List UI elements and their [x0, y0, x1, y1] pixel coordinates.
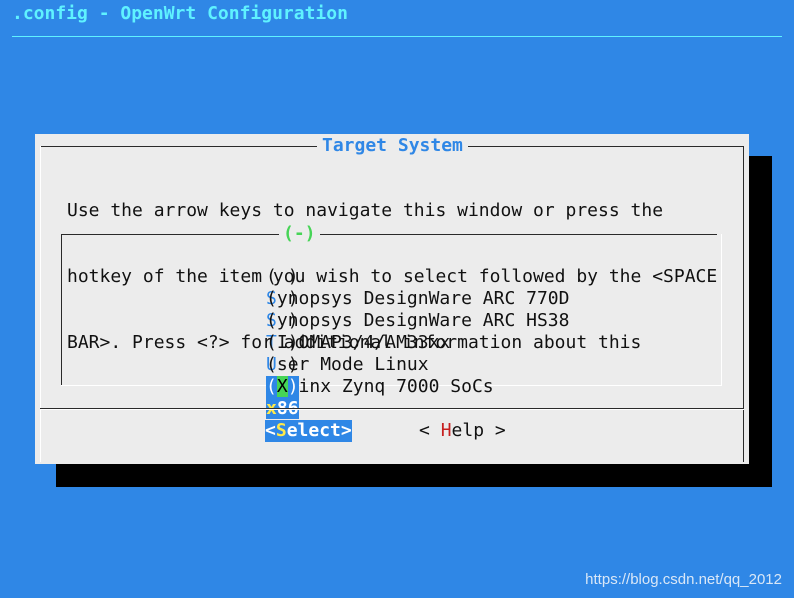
radio-indicator-checked: (X): [266, 376, 300, 398]
list-item[interactable]: ( ) Xilinx Zynq 7000 SoCs: [201, 332, 494, 397]
list-item[interactable]: ( ) TI OMAP3/4/AM33xx: [201, 288, 450, 353]
list-item-selected[interactable]: (X) x86: [201, 354, 300, 419]
list-border-left: [61, 234, 62, 386]
watermark: https://blog.csdn.net/qq_2012: [585, 571, 782, 588]
item-label: Xilinx Zynq 7000 SoCs: [266, 376, 494, 397]
dialog-title: Target System: [317, 135, 468, 157]
option-list: (-) ( ) Synopsys DesignWare ARC 770D ( )…: [61, 223, 722, 419]
target-system-dialog: Target System Use the arrow keys to navi…: [35, 134, 749, 464]
app-title: .config - OpenWrt Configuration: [12, 3, 348, 24]
list-item[interactable]: ( ) Synopsys DesignWare ARC HS38: [201, 266, 569, 331]
select-button[interactable]: <Select>: [265, 420, 352, 442]
list-border-top: [61, 234, 717, 235]
list-item[interactable]: ( ) User Mode Linux: [201, 310, 429, 375]
button-separator-highlight: [40, 409, 744, 410]
help-line: Use the arrow keys to navigate this wind…: [67, 200, 664, 221]
hotkey: S: [275, 420, 287, 441]
dialog-frame-left: [40, 146, 41, 462]
hotkey: H: [440, 420, 452, 441]
scroll-marker: (-): [279, 223, 320, 245]
help-button[interactable]: < Help >: [419, 420, 506, 442]
title-rule: [12, 36, 782, 37]
list-border-right: [721, 234, 722, 386]
list-item[interactable]: ( ) Synopsys DesignWare ARC 770D: [201, 244, 569, 309]
dialog-frame-right: [743, 146, 744, 462]
